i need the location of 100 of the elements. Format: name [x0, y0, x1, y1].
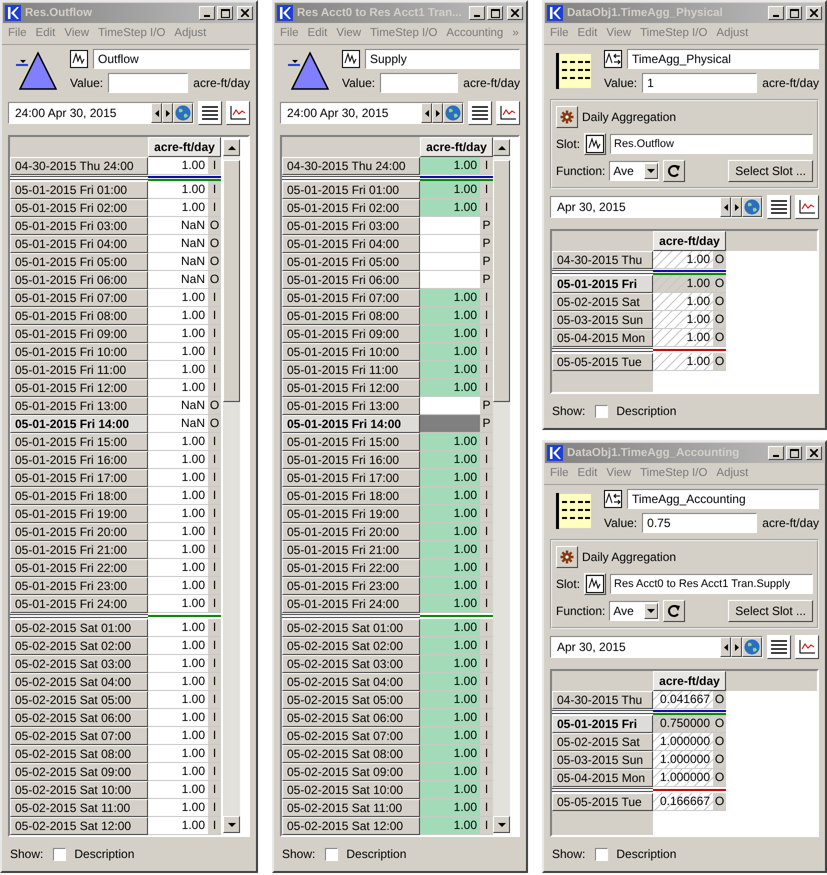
plot-button[interactable]	[795, 195, 819, 219]
close-button[interactable]	[507, 6, 523, 20]
row-header[interactable]: 05-02-2015 Sat 03:00	[282, 655, 420, 673]
row-header[interactable]: 05-01-2015 Fri 19:00	[282, 505, 420, 523]
row-header[interactable]: 05-02-2015 Sat	[552, 733, 653, 751]
row-header[interactable]: 05-01-2015 Fri 07:00	[282, 289, 420, 307]
function-dropdown[interactable]: Ave	[609, 161, 660, 181]
row-header[interactable]: 05-02-2015 Sat	[552, 293, 653, 311]
select-slot-button[interactable]: Select Slot ...	[728, 600, 813, 622]
row-header[interactable]: 05-01-2015 Fri 20:00	[10, 523, 148, 541]
globe-button[interactable]	[443, 103, 463, 123]
list-view-button[interactable]	[198, 101, 222, 125]
row-header[interactable]: 05-01-2015 Fri 09:00	[282, 325, 420, 343]
slot-field[interactable]: Res Acct0 to Res Acct1 Tran.Supply	[610, 574, 813, 594]
globe-button[interactable]	[742, 637, 762, 657]
row-header[interactable]: 05-01-2015 Fri 05:00	[282, 253, 420, 271]
list-view-button[interactable]	[767, 195, 791, 219]
column-header[interactable]: acre-ft/day	[653, 671, 726, 691]
maximize-button[interactable]	[786, 6, 802, 20]
row-header[interactable]: 05-04-2015 Mon	[552, 329, 653, 347]
row-header[interactable]: 05-01-2015 Fri 01:00	[10, 181, 148, 199]
maximize-button[interactable]	[786, 446, 802, 460]
slot-button[interactable]	[584, 133, 606, 155]
slot-name-field[interactable]: TimeAgg_Physical	[627, 49, 819, 69]
row-header[interactable]: 05-01-2015 Fri 10:00	[10, 343, 148, 361]
close-button[interactable]	[806, 6, 822, 20]
function-dropdown[interactable]: Ave	[609, 601, 660, 621]
row-header[interactable]: 05-01-2015 Fri 08:00	[10, 307, 148, 325]
row-header[interactable]: 04-30-2015 Thu 24:00	[10, 157, 148, 175]
row-header[interactable]: 05-01-2015 Fri 09:00	[10, 325, 148, 343]
row-header[interactable]: 05-02-2015 Sat 06:00	[10, 709, 148, 727]
row-header[interactable]: 05-01-2015 Fri 15:00	[10, 433, 148, 451]
row-header[interactable]: 05-01-2015 Fri 20:00	[282, 523, 420, 541]
method-button[interactable]	[556, 546, 578, 568]
previous-button[interactable]	[720, 197, 731, 217]
slot-field[interactable]: Res.Outflow	[610, 134, 813, 154]
select-slot-button[interactable]: Select Slot ...	[728, 160, 813, 182]
row-header[interactable]: 05-01-2015 Fri	[552, 275, 653, 293]
row-header[interactable]: 05-01-2015 Fri 01:00	[282, 181, 420, 199]
next-button[interactable]	[731, 197, 742, 217]
checkbox[interactable]	[325, 848, 338, 860]
row-header[interactable]: 05-01-2015 Fri 13:00	[282, 397, 420, 415]
row-header[interactable]: 05-01-2015 Fri 24:00	[10, 595, 148, 613]
row-header[interactable]: 05-01-2015 Fri 12:00	[10, 379, 148, 397]
row-header[interactable]: 05-02-2015 Sat 01:00	[10, 619, 148, 637]
date-field[interactable]: Apr 30, 2015	[550, 636, 763, 658]
date-field[interactable]: 24:00 Apr 30, 2015	[8, 102, 194, 124]
row-header[interactable]: 05-02-2015 Sat 04:00	[282, 673, 420, 691]
method-button[interactable]	[556, 106, 578, 128]
row-header[interactable]: 05-01-2015 Fri 19:00	[10, 505, 148, 523]
maximize-button[interactable]	[487, 6, 503, 20]
previous-button[interactable]	[720, 637, 731, 657]
slot-name-field[interactable]: TimeAgg_Accounting	[627, 489, 819, 509]
row-header[interactable]: 05-01-2015 Fri 03:00	[10, 217, 148, 235]
value-field[interactable]: 0.75	[642, 513, 758, 533]
plot-button[interactable]	[795, 635, 819, 659]
row-header[interactable]: 04-30-2015 Thu	[552, 251, 653, 269]
row-header[interactable]: 05-02-2015 Sat 09:00	[282, 763, 420, 781]
row-header[interactable]: 05-01-2015 Fri 18:00	[10, 487, 148, 505]
row-header[interactable]: 05-01-2015 Fri 05:00	[10, 253, 148, 271]
row-header[interactable]: 05-03-2015 Sun	[552, 311, 653, 329]
row-header[interactable]: 05-01-2015 Fri 11:00	[10, 361, 148, 379]
row-header[interactable]: 05-02-2015 Sat 12:00	[10, 817, 148, 835]
row-header[interactable]: 05-01-2015 Fri 06:00	[282, 271, 420, 289]
row-header[interactable]: 05-03-2015 Sun	[552, 751, 653, 769]
next-button[interactable]	[432, 103, 443, 123]
row-header[interactable]: 05-01-2015 Fri 02:00	[282, 199, 420, 217]
previous-button[interactable]	[151, 103, 162, 123]
plot-button[interactable]	[496, 101, 520, 125]
column-header[interactable]: acre-ft/day	[653, 231, 726, 251]
row-header[interactable]: 05-02-2015 Sat 05:00	[282, 691, 420, 709]
slot-name-field[interactable]: Outflow	[93, 49, 250, 69]
globe-button[interactable]	[173, 103, 193, 123]
minimize-button[interactable]	[199, 6, 215, 20]
row-header[interactable]: 05-02-2015 Sat 05:00	[10, 691, 148, 709]
row-header[interactable]: 05-02-2015 Sat 01:00	[282, 619, 420, 637]
row-header[interactable]: 05-01-2015 Fri 07:00	[10, 289, 148, 307]
row-header[interactable]: 05-05-2015 Tue	[552, 353, 653, 371]
row-header[interactable]: 05-02-2015 Sat 08:00	[282, 745, 420, 763]
row-header[interactable]: 05-02-2015 Sat 02:00	[282, 637, 420, 655]
row-header[interactable]: 05-01-2015 Fri 23:00	[282, 577, 420, 595]
slot-name-field[interactable]: Supply	[365, 49, 520, 69]
date-field[interactable]: 24:00 Apr 30, 2015	[280, 102, 464, 124]
row-header[interactable]: 05-01-2015 Fri 03:00	[282, 217, 420, 235]
row-header[interactable]: 05-02-2015 Sat 11:00	[10, 799, 148, 817]
refresh-button[interactable]	[663, 600, 686, 622]
row-header[interactable]: 05-01-2015 Fri 04:00	[10, 235, 148, 253]
row-header[interactable]: 05-01-2015 Fri 02:00	[10, 199, 148, 217]
row-header[interactable]: 05-04-2015 Mon	[552, 769, 653, 787]
row-header[interactable]: 05-01-2015 Fri 08:00	[282, 307, 420, 325]
minimize-button[interactable]	[469, 6, 485, 20]
row-header[interactable]: 05-01-2015 Fri 24:00	[282, 595, 420, 613]
row-header[interactable]: 05-01-2015 Fri 21:00	[10, 541, 148, 559]
minimize-button[interactable]	[768, 6, 784, 20]
row-header[interactable]: 04-30-2015 Thu 24:00	[282, 157, 420, 175]
scroll-bar[interactable]	[223, 139, 240, 833]
row-header[interactable]: 05-01-2015 Fri 17:00	[282, 469, 420, 487]
row-header[interactable]: 05-01-2015 Fri 06:00	[10, 271, 148, 289]
row-header[interactable]: 05-01-2015 Fri 18:00	[282, 487, 420, 505]
plot-button[interactable]	[226, 101, 250, 125]
